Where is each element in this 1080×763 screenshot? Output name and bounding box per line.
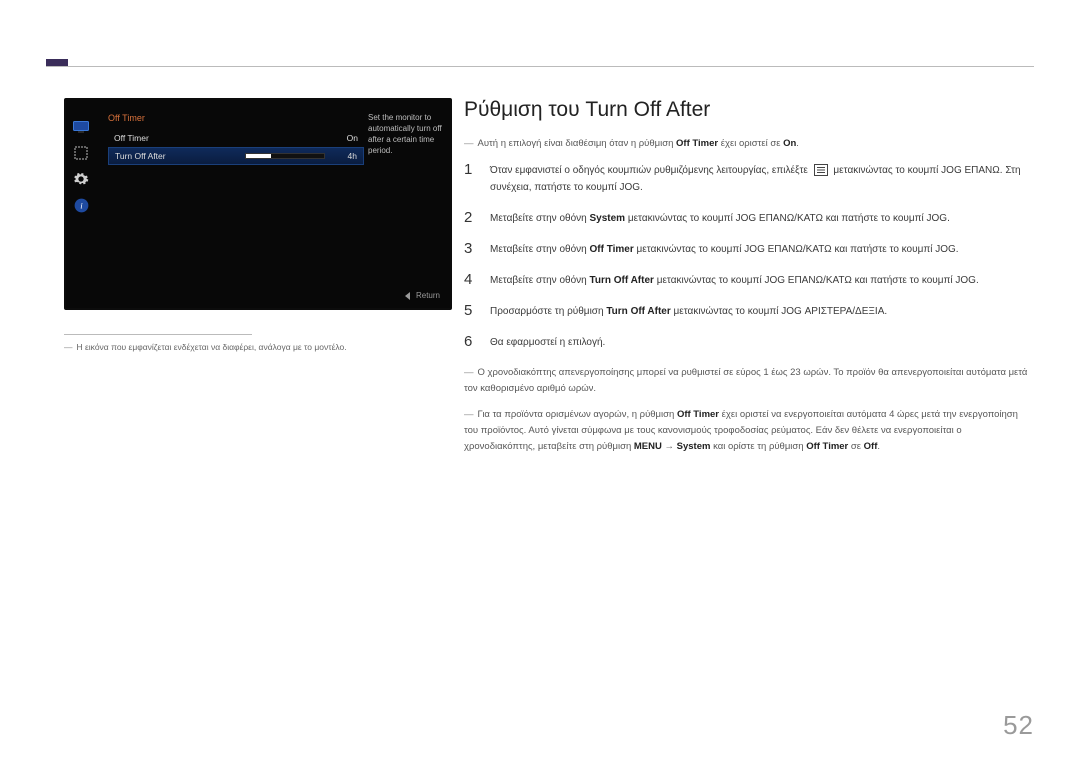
step-text: μετακινώντας το κουμπί JOG ΕΠΑΝΩ/ΚΑΤΩ κα… (654, 275, 979, 286)
step-3: Μεταβείτε στην οθόνη Off Timer μετακινών… (464, 241, 1034, 272)
header-accent (46, 59, 68, 66)
osd-iconbar: i (68, 114, 94, 221)
osd-slider-track (245, 153, 325, 159)
osd-return: Return (405, 291, 440, 300)
step-text: Θα εφαρμοστεί η επιλογή. (490, 337, 605, 348)
step-text: μετακινώντας το κουμπί JOG ΑΡΙΣΤΕΡΑ/ΔΕΞΙ… (671, 306, 887, 317)
fn2-h: MENU (634, 441, 662, 452)
footnote-1-text: Ο χρονοδιακόπτης απενεργοποίησης μπορεί … (464, 367, 1027, 394)
osd-row-offtimer: Off Timer On (108, 130, 364, 146)
monitor-icon (71, 117, 91, 137)
page-number: 52 (1003, 710, 1034, 741)
step-text: Μεταβείτε στην οθόνη (490, 244, 589, 255)
osd-row-label: Off Timer (114, 133, 149, 143)
fn2-h: System (677, 441, 711, 452)
header-rule (46, 66, 1034, 67)
osd-preview: i Off Timer Off Timer On Turn Off After … (64, 98, 452, 310)
fn2-t: και ορίστε τη ρύθμιση (710, 441, 806, 452)
intro-footnote: ―Αυτή η επιλογή είναι διαθέσιμη όταν η ρ… (464, 136, 1034, 152)
page-title: Ρύθμιση του Turn Off After (464, 98, 1034, 122)
step-text: μετακινώντας το κουμπί JOG ΕΠΑΝΩ/ΚΑΤΩ κα… (634, 244, 959, 255)
intro-pre: Αυτή η επιλογή είναι διαθέσιμη όταν η ρύ… (478, 138, 677, 149)
step-text: Προσαρμόστε τη ρύθμιση (490, 306, 606, 317)
note-separator (64, 334, 252, 335)
osd-row-label: Turn Off After (115, 151, 166, 161)
fn2-t: Για τα προϊόντα ορισμένων αγορών, η ρύθμ… (478, 409, 677, 420)
step-hl: Off Timer (589, 244, 633, 255)
left-footnote: ―Η εικόνα που εμφανίζεται ενδέχεται να δ… (64, 342, 444, 352)
osd-title: Off Timer (108, 113, 145, 123)
step-hl: Turn Off After (589, 275, 653, 286)
step-text: Μεταβείτε στην οθόνη (490, 275, 589, 286)
osd-row-turnoffafter: Turn Off After 4h (108, 147, 364, 165)
step-hl: System (589, 213, 625, 224)
left-footnote-text: Η εικόνα που εμφανίζεται ενδέχεται να δι… (77, 342, 347, 352)
intro-mid: έχει οριστεί σε (718, 138, 783, 149)
gear-icon (71, 169, 91, 189)
step-text: μετακινώντας το κουμπί JOG ΕΠΑΝΩ/ΚΑΤΩ κα… (625, 213, 950, 224)
osd-desc: Set the monitor to automatically turn of… (368, 112, 444, 156)
footnote-1: ―Ο χρονοδιακόπτης απενεργοποίησης μπορεί… (464, 365, 1034, 397)
osd-row-value: On (347, 130, 358, 146)
fn2-h: Off Timer (677, 409, 719, 420)
intro-hl2: On (783, 138, 796, 149)
osd-return-label: Return (416, 291, 440, 300)
step-hl: Turn Off After (606, 306, 670, 317)
step-text: Όταν εμφανιστεί ο οδηγός κουμπιών ρυθμιζ… (490, 165, 811, 176)
step-text: Μεταβείτε στην οθόνη (490, 213, 589, 224)
step-1: Όταν εμφανιστεί ο οδηγός κουμπιών ρυθμιζ… (464, 162, 1034, 210)
fn2-h: Off Timer (806, 441, 848, 452)
square-icon (71, 143, 91, 163)
step-6: Θα εφαρμοστεί η επιλογή. (464, 334, 1034, 365)
back-icon (405, 292, 410, 300)
steps-list: Όταν εμφανιστεί ο οδηγός κουμπιών ρυθμιζ… (464, 162, 1034, 365)
intro-hl: Off Timer (676, 138, 718, 149)
fn2-t: . (877, 441, 880, 452)
menu-inline-icon (814, 164, 828, 176)
fn2-h: Off (864, 441, 878, 452)
fn2-t: σε (848, 441, 863, 452)
info-icon: i (71, 195, 91, 215)
intro-post: . (796, 138, 799, 149)
step-5: Προσαρμόστε τη ρύθμιση Turn Off After με… (464, 303, 1034, 334)
step-4: Μεταβείτε στην οθόνη Turn Off After μετα… (464, 272, 1034, 303)
footnote-2: ―Για τα προϊόντα ορισμένων αγορών, η ρύθ… (464, 407, 1034, 455)
osd-row-value: 4h (348, 148, 357, 164)
fn2-t: → (662, 441, 677, 452)
step-2: Μεταβείτε στην οθόνη System μετακινώντας… (464, 210, 1034, 241)
osd-slider-fill (246, 154, 271, 158)
instructions: Ρύθμιση του Turn Off After ―Αυτή η επιλο… (464, 98, 1034, 465)
